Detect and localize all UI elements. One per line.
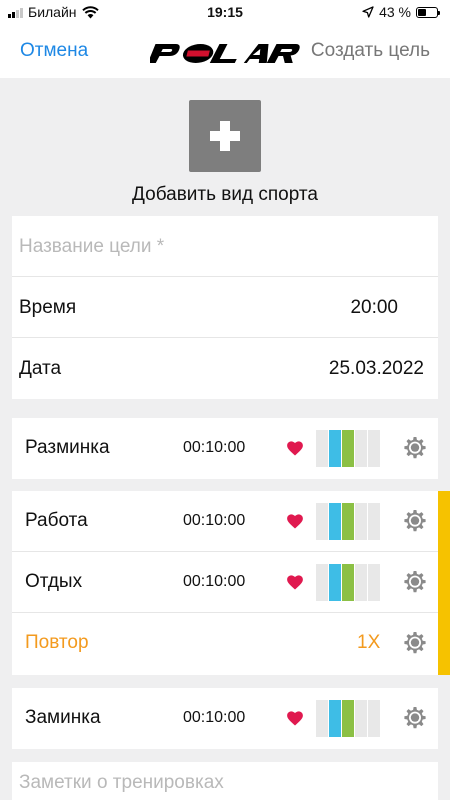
polar-logo: [150, 44, 300, 63]
gear-icon[interactable]: [403, 509, 427, 533]
page-title: Создать цель: [310, 40, 430, 61]
location-arrow-icon: [362, 6, 374, 18]
phase-duration[interactable]: 00:10:00: [183, 709, 245, 727]
heart-rate-zones[interactable]: [316, 700, 380, 737]
phase-label: Заминка: [25, 707, 101, 728]
heart-rate-zones[interactable]: [316, 564, 380, 601]
gear-icon[interactable]: [403, 570, 427, 594]
phase-duration[interactable]: 00:10:00: [183, 573, 245, 591]
notes-field[interactable]: Заметки о тренировках: [12, 762, 438, 800]
goal-form: Название цели * Время 20:00 Дата 25.03.2…: [12, 216, 438, 399]
time-value[interactable]: 20:00: [350, 297, 398, 319]
status-bar: Билайн 19:15 43 %: [0, 0, 450, 26]
date-label: Дата: [19, 358, 62, 379]
phase-label: Работа: [25, 510, 88, 531]
phase-row-work[interactable]: Работа 00:10:00: [12, 491, 438, 552]
add-sport-label[interactable]: Добавить вид спорта: [0, 184, 450, 206]
phase-duration[interactable]: 00:10:00: [183, 512, 245, 530]
date-row[interactable]: Дата 25.03.2022: [12, 338, 438, 399]
heart-icon[interactable]: [286, 439, 304, 457]
heart-rate-zones[interactable]: [316, 430, 380, 467]
repeat-count[interactable]: 1X: [357, 632, 380, 654]
phase-label: Разминка: [25, 437, 110, 458]
heart-icon[interactable]: [286, 573, 304, 591]
repeat-row[interactable]: Повтор 1X: [12, 613, 438, 674]
phase-row-rest[interactable]: Отдых 00:10:00: [12, 552, 438, 613]
interval-card: Работа 00:10:00 Отдых 00:10:00 Повтор 1X: [12, 491, 438, 675]
repeat-group-indicator: [438, 491, 450, 675]
phase-duration[interactable]: 00:10:00: [183, 439, 245, 457]
time-row[interactable]: Время 20:00: [12, 277, 438, 338]
heart-rate-zones[interactable]: [316, 503, 380, 540]
goal-name-field[interactable]: Название цели *: [12, 216, 438, 277]
cooldown-card: Заминка 00:10:00: [12, 688, 438, 749]
phase-row-warmup[interactable]: Разминка 00:10:00: [12, 418, 438, 479]
status-right: 43 %: [362, 4, 440, 20]
battery-icon: [416, 6, 440, 18]
gear-icon[interactable]: [403, 436, 427, 460]
notes-placeholder[interactable]: Заметки о тренировках: [19, 772, 224, 794]
gear-icon[interactable]: [403, 706, 427, 730]
heart-icon[interactable]: [286, 709, 304, 727]
date-value[interactable]: 25.03.2022: [329, 358, 424, 380]
battery-percent: 43 %: [379, 4, 411, 20]
heart-icon[interactable]: [286, 512, 304, 530]
add-sport-button[interactable]: [189, 100, 261, 172]
battery-level: [418, 8, 426, 16]
cancel-button[interactable]: Отмена: [20, 40, 88, 62]
warmup-card: Разминка 00:10:00: [12, 418, 438, 479]
nav-bar: Отмена Создать цель: [0, 26, 450, 78]
goal-name-placeholder[interactable]: Название цели *: [19, 236, 164, 258]
gear-icon[interactable]: [403, 631, 427, 655]
time-label: Время: [19, 297, 77, 318]
repeat-label: Повтор: [25, 632, 89, 653]
phase-label: Отдых: [25, 571, 83, 592]
phase-row-cooldown[interactable]: Заминка 00:10:00: [12, 688, 438, 749]
